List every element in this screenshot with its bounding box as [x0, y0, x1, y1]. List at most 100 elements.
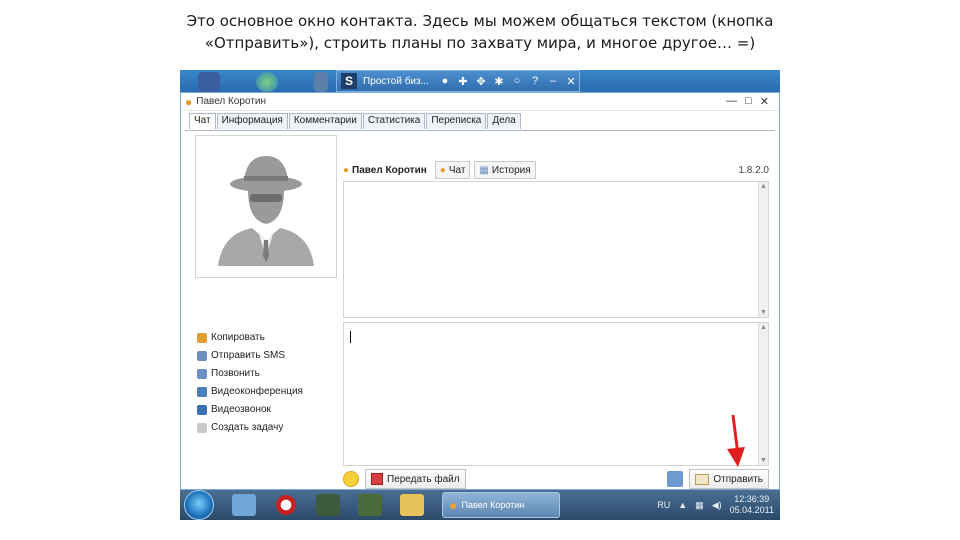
input-toolbar: Передать файл Отправить — [343, 469, 769, 489]
chat-icon: ● — [439, 164, 446, 176]
help-icon[interactable]: ? — [529, 75, 541, 87]
chat-contact-name: ● Павел Коротин — [343, 165, 427, 176]
network-icon[interactable]: ▦ — [695, 500, 704, 511]
mini-toolbar-title: Простой биз... — [363, 75, 429, 87]
minimize-button[interactable]: — — [726, 95, 737, 108]
action-create-task[interactable]: Создать задачу — [197, 421, 303, 434]
tab-chat[interactable]: Чат — [189, 113, 216, 129]
action-label: Видеозвонок — [211, 404, 271, 415]
app-logo-icon: S — [341, 73, 357, 89]
message-log[interactable]: ▲ ▼ — [343, 181, 769, 318]
person-icon: ● — [343, 164, 350, 176]
spy-avatar-icon — [218, 156, 314, 266]
send-file-label: Передать файл — [387, 473, 460, 485]
version-label: 1.8.2.0 — [738, 164, 769, 176]
clock-time: 12:36:39 — [734, 494, 770, 504]
chat-header: ● Павел Коротин ● Чат ▦ История 1.8.2.0 — [343, 159, 769, 181]
explorer-icon[interactable] — [232, 494, 256, 516]
user-icon[interactable]: ● — [439, 75, 451, 87]
log-scrollbar[interactable]: ▲ ▼ — [758, 182, 768, 317]
gear-icon[interactable]: ✱ — [493, 75, 505, 88]
opera-icon[interactable] — [274, 494, 298, 516]
send-file-button[interactable]: Передать файл — [365, 469, 466, 489]
screenshot: S Простой биз... ● ✚ ✥ ✱ ○ ? – ✕ ● Павел… — [180, 70, 780, 520]
send-button[interactable]: Отправить — [689, 469, 769, 489]
videocall-icon — [197, 404, 207, 415]
app-mini-toolbar: S Простой биз... ● ✚ ✥ ✱ ○ ? – ✕ — [336, 70, 580, 92]
text-caret — [350, 331, 351, 343]
tab-divider — [185, 130, 775, 131]
caption-line-2: «Отправить»), строить планы по захвату м… — [204, 34, 756, 52]
scroll-up-icon[interactable]: ▲ — [760, 183, 767, 190]
action-videoconference[interactable]: Видеоконференция — [197, 385, 303, 398]
chat-mode-label: Чат — [448, 164, 466, 176]
action-copy[interactable]: Копировать — [197, 331, 303, 344]
folder-icon[interactable] — [400, 494, 424, 516]
clock[interactable]: 12:36:39 05.04.2011 — [730, 494, 774, 516]
search-icon[interactable]: ○ — [511, 75, 523, 87]
action-send-sms[interactable]: Отправить SMS — [197, 349, 303, 362]
envelope-icon — [695, 473, 710, 485]
tray-arrow-icon[interactable]: ▲ — [678, 500, 687, 510]
tab-comments[interactable]: Комментарии — [288, 113, 362, 129]
action-call[interactable]: Позвонить — [197, 367, 303, 380]
sms-icon — [197, 350, 207, 361]
taskbar-item-contact[interactable]: ● Павел Коротин — [442, 492, 560, 518]
caption: Это основное окно контакта. Здесь мы мож… — [150, 10, 810, 54]
send-area: Отправить — [667, 469, 769, 489]
taskbar-item-label: Павел Коротин — [461, 500, 525, 510]
caption-line-1: Это основное окно контакта. Здесь мы мож… — [186, 12, 774, 30]
window-title: Павел Коротин — [196, 96, 267, 107]
start-button[interactable] — [184, 490, 214, 520]
copy-icon — [197, 332, 207, 343]
window-titlebar[interactable]: ● Павел Коротин — □ ✕ — [181, 93, 779, 111]
videoconference-icon — [197, 386, 207, 397]
add-icon[interactable]: ✚ — [457, 75, 469, 88]
tab-correspondence[interactable]: Переписка — [426, 113, 487, 129]
contact-status-icon: ● — [185, 94, 193, 109]
send-label: Отправить — [713, 473, 763, 485]
desktop-icon[interactable] — [314, 72, 328, 92]
scroll-down-icon[interactable]: ▼ — [760, 309, 767, 316]
maximize-button[interactable]: □ — [745, 95, 752, 108]
history-button[interactable]: ▦ История — [474, 161, 536, 179]
language-indicator[interactable]: RU — [657, 500, 670, 510]
action-label: Копировать — [211, 332, 265, 343]
scroll-down-icon[interactable]: ▼ — [760, 457, 767, 464]
arrows-icon[interactable]: ✥ — [475, 75, 487, 88]
tab-bar: Чат Информация Комментарии Статистика Пе… — [189, 113, 521, 129]
contact-window: ● Павел Коротин — □ ✕ Чат Информация Ком… — [180, 92, 780, 490]
tab-tasks[interactable]: Дела — [487, 113, 521, 129]
chat-mode-button[interactable]: ● Чат — [434, 161, 471, 179]
message-input[interactable]: ▲ ▼ — [343, 322, 769, 466]
smiley-icon[interactable] — [343, 471, 359, 487]
contact-status-icon: ● — [449, 497, 458, 513]
close-icon[interactable]: ✕ — [565, 75, 577, 88]
close-button[interactable]: ✕ — [760, 95, 769, 108]
volume-icon[interactable]: ◀) — [712, 500, 722, 511]
red-arrow-annotation — [727, 414, 745, 467]
action-label: Отправить SMS — [211, 350, 286, 361]
tab-statistics[interactable]: Статистика — [362, 113, 426, 129]
clock-date: 05.04.2011 — [729, 505, 774, 515]
input-scrollbar[interactable]: ▲ ▼ — [758, 323, 768, 465]
scroll-up-icon[interactable]: ▲ — [760, 324, 767, 331]
send-options-icon[interactable] — [667, 471, 684, 487]
desktop-icon[interactable] — [198, 72, 220, 92]
taskbar: ● Павел Коротин RU ▲ ▦ ◀) 12:36:39 05.04… — [180, 490, 780, 520]
contact-name-label: Павел Коротин — [352, 164, 427, 176]
action-label: Видеоконференция — [211, 386, 303, 397]
window-controls: — □ ✕ — [726, 95, 779, 108]
system-tray: RU ▲ ▦ ◀) 12:36:39 05.04.2011 — [657, 494, 780, 516]
phone-icon — [197, 368, 207, 379]
action-videocall[interactable]: Видеозвонок — [197, 403, 303, 416]
history-icon: ▦ — [479, 164, 489, 176]
app-icon[interactable] — [316, 494, 340, 516]
app-icon[interactable] — [358, 494, 382, 516]
minimize-icon[interactable]: – — [547, 75, 559, 87]
file-icon — [371, 473, 383, 485]
task-icon — [197, 422, 207, 433]
action-label: Позвонить — [211, 368, 260, 379]
tab-info[interactable]: Информация — [216, 113, 288, 129]
globe-icon[interactable] — [256, 72, 278, 92]
